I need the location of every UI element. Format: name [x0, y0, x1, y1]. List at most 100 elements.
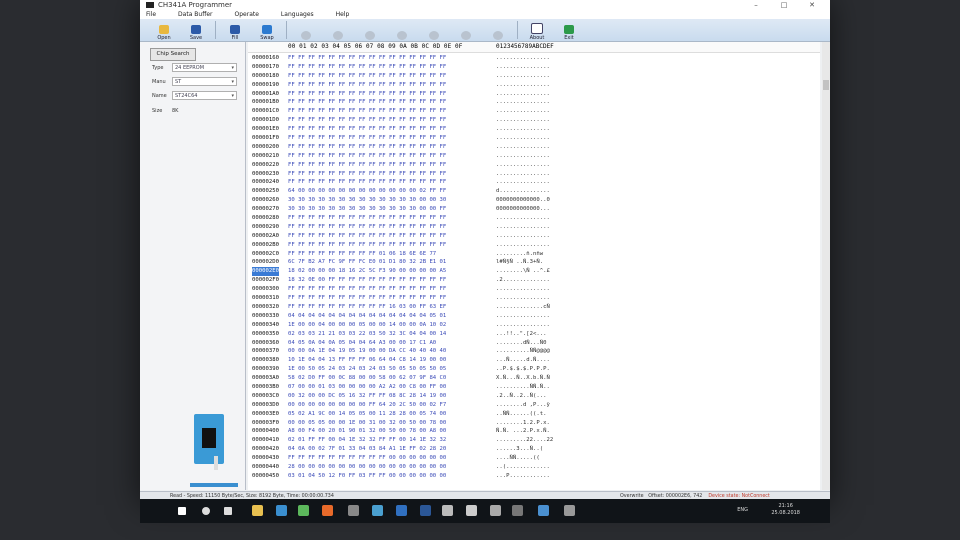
hex-row[interactable]: 00000450 03 01 04 50 12 F0 FF 03 FF FF 00… — [248, 472, 820, 481]
hex-row[interactable]: 000001C0 FF FF FF FF FF FF FF FF FF FF FF… — [248, 107, 820, 116]
language-indicator[interactable]: ENG — [737, 507, 748, 513]
hex-row[interactable]: 000002B0 FF FF FF FF FF FF FF FF FF FF FF… — [248, 241, 820, 250]
swap-button[interactable]: Swap — [251, 25, 283, 41]
hex-row[interactable]: 00000400 A8 00 F4 00 20 01 90 01 32 00 50… — [248, 427, 820, 436]
hex-row-bytes: FF FF FF FF FF FF FF FF FF FF FF FF FF F… — [288, 241, 447, 248]
minimize-button[interactable]: – — [742, 0, 770, 10]
hex-row[interactable]: 00000330 04 04 04 04 04 04 04 04 04 04 04… — [248, 312, 820, 321]
close-button[interactable]: ✕ — [798, 0, 826, 10]
hex-row[interactable]: 00000180 FF FF FF FF FF FF FF FF FF FF FF… — [248, 72, 820, 81]
hex-row[interactable]: 00000430 FF FF FF FF FF FF FF FF FF FF 00… — [248, 454, 820, 463]
vertical-scrollbar[interactable] — [822, 42, 830, 490]
hex-row[interactable]: 00000260 30 30 30 30 30 30 30 30 30 30 30… — [248, 196, 820, 205]
hex-row[interactable]: 000001D0 FF FF FF FF FF FF FF FF FF FF FF… — [248, 116, 820, 125]
store-icon[interactable] — [276, 505, 287, 516]
hex-row[interactable]: 00000360 04 05 0A 04 0A 05 04 04 64 A3 00… — [248, 339, 820, 348]
save-button[interactable]: Save — [180, 25, 212, 41]
hex-row[interactable]: 00000160 FF FF FF FF FF FF FF FF FF FF FF… — [248, 54, 820, 63]
hex-row-address: 00000420 — [252, 446, 279, 453]
hex-row[interactable]: 000001E0 FF FF FF FF FF FF FF FF FF FF FF… — [248, 125, 820, 134]
menu-help[interactable]: Help — [336, 11, 350, 18]
hex-row[interactable]: 000001B0 FF FF FF FF FF FF FF FF FF FF FF… — [248, 98, 820, 107]
hex-row[interactable]: 00000350 02 03 03 21 21 03 03 22 03 50 32… — [248, 330, 820, 339]
app-icon-3[interactable] — [466, 505, 477, 516]
hex-row[interactable]: 00000200 FF FF FF FF FF FF FF FF FF FF FF… — [248, 143, 820, 152]
hex-row[interactable]: 00000170 FF FF FF FF FF FF FF FF FF FF FF… — [248, 63, 820, 72]
hex-row[interactable]: 000002A0 FF FF FF FF FF FF FF FF FF FF FF… — [248, 232, 820, 241]
hex-row[interactable]: 00000340 1E 00 00 04 00 00 00 05 00 00 14… — [248, 321, 820, 330]
search-icon[interactable] — [202, 507, 210, 515]
hex-row[interactable]: 00000240 FF FF FF FF FF FF FF FF FF FF FF… — [248, 178, 820, 187]
hex-row[interactable]: 00000280 FF FF FF FF FF FF FF FF FF FF FF… — [248, 214, 820, 223]
hex-row[interactable]: 000003E0 05 02 A1 9C 00 14 05 05 00 11 28… — [248, 410, 820, 419]
hex-row[interactable]: 000001F0 FF FF FF FF FF FF FF FF FF FF FF… — [248, 134, 820, 143]
hex-row-bytes: FF FF FF FF FF FF FF FF FF FF FF FF FF F… — [288, 295, 447, 302]
hex-row[interactable]: 000002D0 6C 7F B2 A7 FC 9F FF FC E0 01 D1… — [248, 258, 820, 267]
hex-row[interactable]: 00000420 04 0A 00 02 7F 01 33 04 03 84 A1… — [248, 445, 820, 454]
hex-row[interactable]: 00000290 FF FF FF FF FF FF FF FF FF FF FF… — [248, 223, 820, 232]
hex-row[interactable]: 000001A0 FF FF FF FF FF FF FF FF FF FF FF… — [248, 90, 820, 99]
hex-row[interactable]: 00000220 FF FF FF FF FF FF FF FF FF FF FF… — [248, 161, 820, 170]
hex-row[interactable]: 000003B0 07 00 00 01 03 00 00 00 00 A2 A2… — [248, 383, 820, 392]
clock[interactable]: 21:16 25.08.2018 — [771, 503, 800, 517]
manu-select[interactable]: ST ▾ — [172, 77, 237, 86]
start-icon[interactable] — [178, 507, 186, 515]
hex-row[interactable]: 000003A0 58 02 D0 FF 00 0C 88 00 00 58 00… — [248, 374, 820, 383]
hex-row[interactable]: 00000210 FF FF FF FF FF FF FF FF FF FF FF… — [248, 152, 820, 161]
hex-row[interactable]: 000002F0 18 32 0E 00 FF FF FF FF FF FF FF… — [248, 276, 820, 285]
app-icon-5[interactable] — [512, 505, 523, 516]
hex-row[interactable]: 00000440 28 00 00 00 00 00 00 00 00 00 00… — [248, 463, 820, 472]
hex-row-address: 00000360 — [252, 339, 279, 346]
maximize-button[interactable]: □ — [770, 0, 798, 10]
hex-row-bytes: FF FF FF FF FF FF FF FF FF FF FF FF FF F… — [288, 63, 447, 70]
explorer-icon[interactable] — [252, 505, 263, 516]
menu-file[interactable]: File — [146, 11, 156, 18]
photos-icon[interactable] — [442, 505, 453, 516]
hex-row-ascii: ...Ñ.....d.Ñ.... — [496, 357, 550, 364]
firefox-icon[interactable] — [322, 505, 333, 516]
chrome-icon[interactable] — [298, 505, 309, 516]
hex-row[interactable]: 000003C0 00 32 00 00 DC 05 16 32 FF FF 08… — [248, 392, 820, 401]
hex-row-address: 00000190 — [252, 81, 279, 88]
hex-row[interactable]: 000003F0 00 00 05 05 00 00 1E 00 31 00 32… — [248, 419, 820, 428]
hex-editor[interactable]: 00 01 02 03 04 05 06 07 08 09 0A 0B 0C 0… — [248, 42, 820, 490]
hex-row-ascii: ................ — [496, 312, 550, 319]
task-view-icon[interactable] — [224, 507, 232, 515]
open-button[interactable]: Open — [148, 25, 180, 41]
hex-row-ascii: Ñ.Ñ. ...2.P.x.Ñ. — [496, 428, 550, 435]
hex-row[interactable]: 00000370 00 00 0A 1E 04 19 05 19 00 00 DA… — [248, 347, 820, 356]
exit-button[interactable]: Exit — [553, 25, 585, 41]
hex-row[interactable]: 000002C0 FF FF FF FF FF FF FF FF FF 01 06… — [248, 250, 820, 259]
hex-row[interactable]: 00000190 FF FF FF FF FF FF FF FF FF FF FF… — [248, 81, 820, 90]
hex-row[interactable]: 000002E0 18 02 00 00 00 18 16 2C 5C F3 90… — [248, 267, 820, 277]
hex-row[interactable]: 00000410 02 01 FF FF 00 04 1E 32 32 FF FF… — [248, 436, 820, 445]
hex-row-address: 000003E0 — [252, 410, 279, 417]
hex-row[interactable]: 00000320 FF FF FF FF FF FF FF FF FF FF 16… — [248, 303, 820, 312]
hex-row[interactable]: 00000390 1E 00 50 05 24 03 24 03 24 03 50… — [248, 365, 820, 374]
app-icon[interactable] — [372, 505, 383, 516]
hex-row[interactable]: 00000270 30 30 30 30 30 30 30 30 30 30 30… — [248, 205, 820, 214]
app-icon-4[interactable] — [490, 505, 501, 516]
hex-row[interactable]: 00000300 FF FF FF FF FF FF FF FF FF FF FF… — [248, 285, 820, 294]
calculator-icon[interactable] — [348, 505, 359, 516]
menu-operate[interactable]: Operate — [235, 11, 259, 18]
hex-row[interactable]: 00000380 10 1E 04 04 13 FF FF FF 06 64 04… — [248, 356, 820, 365]
about-button[interactable]: About — [521, 23, 553, 41]
type-select[interactable]: 24 EEPROM ▾ — [172, 63, 237, 72]
scrollbar-thumb[interactable] — [823, 80, 829, 90]
word-icon[interactable] — [420, 505, 431, 516]
hex-row[interactable]: 00000250 64 00 00 00 00 00 00 00 00 00 00… — [248, 187, 820, 196]
name-select[interactable]: ST24C64 ▾ — [172, 91, 237, 100]
programmer-icon[interactable] — [564, 505, 575, 516]
menu-languages[interactable]: Languages — [281, 11, 314, 18]
fill-button[interactable]: Fill — [219, 25, 251, 41]
taskbar: ENG 21:16 25.08.2018 — [140, 499, 830, 523]
hex-row[interactable]: 00000310 FF FF FF FF FF FF FF FF FF FF FF… — [248, 294, 820, 303]
hex-row[interactable]: 00000230 FF FF FF FF FF FF FF FF FF FF FF… — [248, 170, 820, 179]
app-icon-2[interactable] — [396, 505, 407, 516]
hex-row-address: 00000450 — [252, 472, 279, 479]
app-icon-6[interactable] — [538, 505, 549, 516]
menu-data-buffer[interactable]: Data Buffer — [178, 11, 212, 18]
hex-row[interactable]: 000003D0 00 00 00 00 00 00 00 00 FF 64 20… — [248, 401, 820, 410]
chip-search-button[interactable]: Chip Search — [150, 48, 196, 61]
